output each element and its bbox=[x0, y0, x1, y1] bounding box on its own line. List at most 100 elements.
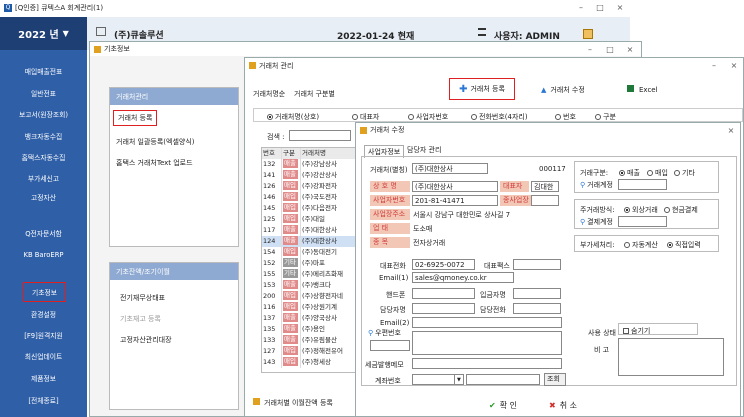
deal-account-input[interactable] bbox=[618, 179, 667, 190]
sidebar-item-kb-erp[interactable]: KB BaroERP bbox=[0, 251, 87, 259]
tel-label: 대표전화 bbox=[380, 262, 406, 270]
pay-radio-credit[interactable]: 외상거래 bbox=[624, 205, 658, 215]
client-mgmt-minimize-button[interactable]: – bbox=[705, 58, 723, 73]
phone-input[interactable] bbox=[412, 288, 475, 299]
deal-account-label[interactable]: ⚲ 거래계정 bbox=[580, 180, 613, 190]
radio-by-number[interactable]: 번호 bbox=[555, 112, 576, 122]
radio-by-name[interactable]: 거래처명(상호) bbox=[267, 112, 319, 122]
account-label: 계좌번호 bbox=[375, 377, 401, 385]
cell-type: 매입 bbox=[282, 181, 301, 192]
dialog-close-button[interactable]: × bbox=[722, 123, 740, 138]
sidebar-item-exit[interactable]: [전체종료] bbox=[0, 395, 87, 405]
email2-input[interactable] bbox=[412, 317, 562, 328]
manager-tel-label: 담당전화 bbox=[480, 306, 506, 314]
sidebar-item-update[interactable]: 최신업데이트 bbox=[0, 351, 87, 361]
vat-radio-manual[interactable]: 직접입력 bbox=[667, 240, 701, 250]
cell-no: 127 bbox=[262, 346, 282, 357]
menu-client-register[interactable]: 거래처 등록 bbox=[113, 110, 158, 126]
tab-by-name[interactable]: 거래처명순 bbox=[253, 89, 285, 99]
tab-carry-balance[interactable]: 거래처별 이월잔액 등록 bbox=[253, 398, 333, 408]
jong-input[interactable] bbox=[531, 195, 559, 206]
sangho-input[interactable]: (주)대한상사 bbox=[412, 181, 498, 192]
menu-fixed-asset-ledger[interactable]: 고정자산관리대장 bbox=[120, 335, 172, 345]
user-settings-icon[interactable] bbox=[583, 29, 593, 39]
addr-value[interactable]: 서울시 강남구 대한민로 상사길 7 bbox=[413, 210, 510, 220]
sidebar-item-product-info[interactable]: 제품정보 bbox=[0, 373, 87, 383]
addr2-input[interactable] bbox=[412, 331, 562, 355]
bizno-input[interactable]: 201-81-41471 bbox=[412, 195, 498, 206]
ok-button[interactable]: ✔ 확 인 bbox=[489, 400, 517, 411]
main-close-button[interactable]: × bbox=[611, 0, 629, 15]
manager-tel-input[interactable] bbox=[513, 303, 561, 314]
tab-contacts[interactable]: 담당자 관리 bbox=[407, 145, 441, 155]
cell-type: 매출 bbox=[282, 280, 301, 291]
register-button[interactable]: ✚ 거래처 등록 bbox=[449, 78, 515, 100]
menu-client-bulk-register[interactable]: 거래처 일괄등록(엑셀양식) bbox=[116, 137, 195, 147]
sidebar-item-hometax-auto[interactable]: 홈택스자동수집 bbox=[0, 152, 87, 162]
edit-client-button[interactable]: ▲ 거래처 수정 bbox=[541, 85, 585, 95]
sidebar-item-bank-auto[interactable]: 뱅크자동수집 bbox=[0, 131, 87, 141]
sidebar-item-remote-support[interactable]: [F9]원격지원 bbox=[0, 330, 87, 340]
sidebar-item-reports[interactable]: 보고서(원장조회) bbox=[0, 109, 87, 119]
main-minimize-button[interactable]: – bbox=[572, 0, 590, 15]
radio-by-rep[interactable]: 대표자 bbox=[352, 112, 379, 122]
cancel-button[interactable]: ✖ 취 소 bbox=[549, 400, 577, 411]
jongmok-value[interactable]: 전자상거래 bbox=[413, 238, 445, 248]
basic-info-maximize-button[interactable]: □ bbox=[601, 42, 619, 57]
cell-no: 146 bbox=[262, 192, 282, 203]
tel-input[interactable]: 02-6925-0072 bbox=[412, 259, 475, 270]
sidebar-item-sales-voucher[interactable]: 매입매출전표 bbox=[0, 66, 87, 76]
zip-input[interactable] bbox=[370, 340, 410, 351]
bank-dropdown[interactable]: ▼ bbox=[454, 374, 464, 385]
year-selector[interactable]: 2022 년 ▼ bbox=[0, 17, 87, 50]
menu-opening-inventory[interactable]: 기초재고 등록 bbox=[120, 314, 161, 324]
app-title: [Q인증] 큐텍스A 회계관리(1) bbox=[15, 4, 104, 12]
account-input[interactable] bbox=[466, 374, 540, 385]
search-input[interactable] bbox=[289, 130, 351, 141]
memo-input[interactable] bbox=[618, 338, 724, 376]
basic-info-minimize-button[interactable]: – bbox=[581, 42, 599, 57]
deal-radio-other[interactable]: 기타 bbox=[674, 168, 695, 178]
deal-radio-sales[interactable]: 매출 bbox=[619, 168, 640, 178]
radio-by-bizno[interactable]: 사업자번호 bbox=[408, 112, 448, 122]
tax-note-input[interactable] bbox=[412, 358, 562, 369]
excel-button[interactable]: Excel bbox=[627, 85, 658, 94]
account-search-button[interactable]: 조회 bbox=[544, 373, 566, 386]
cell-no: 137 bbox=[262, 313, 282, 324]
tab-by-type[interactable]: 거래처 구분별 bbox=[294, 89, 335, 99]
hide-checkbox[interactable]: 숨기기 bbox=[623, 326, 650, 336]
type-badge: 매입 bbox=[283, 357, 298, 366]
sidebar-item-vat-report[interactable]: 부가세신고 bbox=[0, 173, 87, 183]
cell-no: 125 bbox=[262, 214, 282, 225]
basic-info-close-button[interactable]: × bbox=[621, 42, 639, 57]
alias-input[interactable]: (주)대한상사 bbox=[412, 163, 488, 174]
menu-hometax-upload[interactable]: 홈택스 거래처Text 업로드 bbox=[116, 158, 193, 168]
sidebar-item-general-voucher[interactable]: 일반전표 bbox=[0, 88, 87, 98]
check-icon: ✔ bbox=[489, 401, 496, 410]
pay-radio-cash[interactable]: 현금결제 bbox=[664, 205, 698, 215]
client-mgmt-close-button[interactable]: × bbox=[725, 58, 743, 73]
sidebar-item-q-documents[interactable]: Q전자문서함 bbox=[0, 228, 87, 238]
sidebar-item-fixed-assets[interactable]: 고정자산 bbox=[0, 192, 87, 202]
sidebar-item-basic-info[interactable]: 기초정보 bbox=[23, 282, 66, 302]
menu-prior-balance[interactable]: 전기재무상태표 bbox=[120, 293, 165, 303]
menu-icon[interactable] bbox=[478, 28, 486, 36]
uptae-value[interactable]: 도소매 bbox=[413, 224, 432, 234]
type-badge: 매입 bbox=[283, 192, 298, 201]
fax-input[interactable] bbox=[513, 259, 561, 270]
vat-radio-auto[interactable]: 자동계산 bbox=[624, 240, 658, 250]
type-badge: 매입 bbox=[283, 346, 298, 355]
rep-input[interactable]: 김대한 bbox=[531, 181, 559, 192]
zip-label[interactable]: ⚲ 우편번호 bbox=[368, 328, 401, 338]
radio-by-phone[interactable]: 전화번호(4자리) bbox=[471, 112, 528, 122]
depositor-input[interactable] bbox=[513, 288, 561, 299]
manager-input[interactable] bbox=[412, 303, 475, 314]
pay-account-input[interactable] bbox=[618, 216, 667, 227]
sidebar-item-settings[interactable]: 환경설정 bbox=[0, 309, 87, 319]
deal-radio-purchase[interactable]: 매입 bbox=[647, 168, 668, 178]
main-maximize-button[interactable]: □ bbox=[591, 0, 609, 15]
email1-input[interactable]: sales@qmoney.co.kr bbox=[412, 272, 514, 283]
pay-account-label[interactable]: ⚲ 결제계정 bbox=[580, 217, 613, 227]
company-name: (주)큐솔루션 bbox=[114, 31, 164, 41]
radio-by-type[interactable]: 구분 bbox=[595, 112, 616, 122]
